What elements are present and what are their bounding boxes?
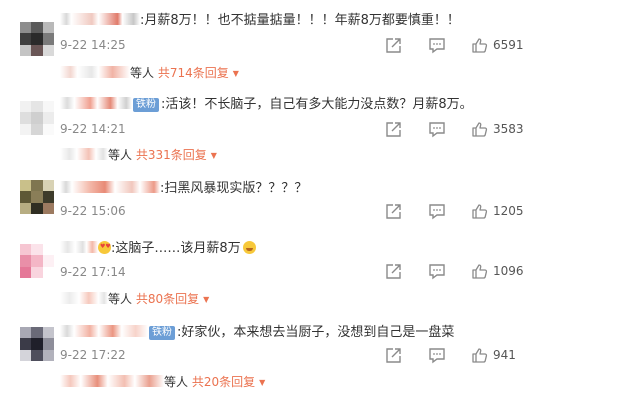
comment-text: :好家伙，本来想去当厨子，没想到自己是一盘菜 (177, 325, 455, 340)
replies-toggle[interactable]: 等人 共331条回复 ▼ (60, 148, 217, 163)
comment-time: 9-22 17:22 (60, 348, 126, 362)
comment-actions: 1096 (385, 262, 635, 280)
comment-actions: 3583 (385, 120, 635, 138)
share-button[interactable] (385, 262, 402, 280)
like-count: 941 (493, 348, 516, 362)
reply-users-blurred (60, 148, 108, 160)
comment-line: 铁粉:活该！不长脑子，自己有多大能力没点数？月薪8万。 (60, 96, 473, 114)
comment-icon (429, 263, 445, 279)
comment-time: 9-22 17:14 (60, 265, 126, 279)
replies-toggle[interactable]: 等人 共714条回复 ▼ (60, 66, 239, 81)
reply-prefix: 等人 (108, 292, 136, 306)
comment-time: 9-22 15:06 (60, 204, 126, 218)
comment-line: 铁粉:好家伙，本来想去当厨子，没想到自己是一盘菜 (60, 324, 454, 342)
reply-prefix: 等人 (130, 66, 158, 80)
avatar[interactable] (20, 244, 54, 278)
comment-line: :扫黑风暴现实版？？？？ (60, 180, 307, 198)
like-count: 6591 (493, 38, 524, 52)
comment-button[interactable] (428, 120, 446, 138)
comment-button[interactable] (428, 346, 446, 364)
like-count: 1096 (493, 264, 524, 278)
like-button[interactable]: 1096 (471, 262, 524, 280)
chevron-down-icon: ▼ (203, 295, 210, 304)
reply-count: 共331条回复 (135, 148, 207, 162)
comment-icon (429, 347, 445, 363)
comment-time: 9-22 14:25 (60, 38, 126, 52)
share-button[interactable] (385, 120, 402, 138)
heart-eyes-emoji-icon: ♥♥ (98, 241, 111, 254)
like-count: 3583 (493, 122, 524, 136)
reply-users-blurred (60, 292, 108, 304)
share-icon (386, 203, 401, 219)
username-blurred[interactable] (60, 325, 148, 337)
reply-count: 共714条回复 (157, 66, 229, 80)
comment-time: 9-22 14:21 (60, 122, 126, 136)
comment-text: :扫黑风暴现实版？？？？ (160, 181, 308, 196)
avatar[interactable] (20, 180, 54, 214)
comment-text: :月薪8万！！也不掂量掂量！！！年薪8万都要慎重！！ (140, 13, 460, 28)
comment-button[interactable] (428, 262, 446, 280)
replies-toggle[interactable]: 等人 共20条回复 ▼ (60, 375, 265, 390)
comment-button[interactable] (428, 202, 446, 220)
username-blurred[interactable] (60, 241, 98, 253)
avatar[interactable] (20, 101, 54, 135)
comment-icon (429, 121, 445, 137)
reply-users-blurred (60, 375, 164, 387)
like-count: 1205 (493, 204, 524, 218)
fan-badge-icon: 铁粉 (149, 326, 175, 340)
comment-actions: 941 (385, 346, 635, 364)
chevron-down-icon: ▼ (259, 378, 266, 387)
comment-actions: 1205 (385, 202, 635, 220)
comment-text: :这脑子……该月薪8万 (111, 241, 241, 256)
comment-line: ♥♥:这脑子……该月薪8万 (60, 240, 256, 258)
reply-count: 共20条回复 (191, 375, 256, 389)
reply-prefix: 等人 (108, 148, 136, 162)
chevron-down-icon: ▼ (210, 151, 217, 160)
replies-toggle[interactable]: 等人 共80条回复 ▼ (60, 292, 209, 307)
thumbs-up-icon (472, 121, 488, 137)
share-button[interactable] (385, 202, 402, 220)
username-blurred[interactable] (60, 97, 132, 109)
like-button[interactable]: 1205 (471, 202, 524, 220)
username-blurred[interactable] (60, 13, 140, 25)
comment-icon (429, 37, 445, 53)
thumbs-up-icon (472, 203, 488, 219)
chevron-down-icon: ▼ (232, 69, 239, 78)
username-blurred[interactable] (60, 181, 160, 193)
share-button[interactable] (385, 346, 402, 364)
share-icon (386, 37, 401, 53)
share-icon (386, 263, 401, 279)
share-icon (386, 347, 401, 363)
like-button[interactable]: 6591 (471, 36, 524, 54)
reply-users-blurred (60, 66, 130, 78)
laughing-emoji-icon (242, 241, 256, 254)
fan-badge-icon: 铁粉 (133, 98, 159, 112)
comment-icon (429, 203, 445, 219)
reply-prefix: 等人 (164, 375, 192, 389)
thumbs-up-icon (472, 37, 488, 53)
like-button[interactable]: 3583 (471, 120, 524, 138)
comment-text: :活该！不长脑子，自己有多大能力没点数？月薪8万。 (161, 97, 473, 112)
comment-actions: 6591 (385, 36, 635, 54)
comment-line: :月薪8万！！也不掂量掂量！！！年薪8万都要慎重！！ (60, 12, 460, 30)
thumbs-up-icon (472, 347, 488, 363)
reply-count: 共80条回复 (135, 292, 200, 306)
share-button[interactable] (385, 36, 402, 54)
avatar[interactable] (20, 22, 54, 56)
share-icon (386, 121, 401, 137)
comment-button[interactable] (428, 36, 446, 54)
avatar[interactable] (20, 327, 54, 361)
like-button[interactable]: 941 (471, 346, 516, 364)
thumbs-up-icon (472, 263, 488, 279)
